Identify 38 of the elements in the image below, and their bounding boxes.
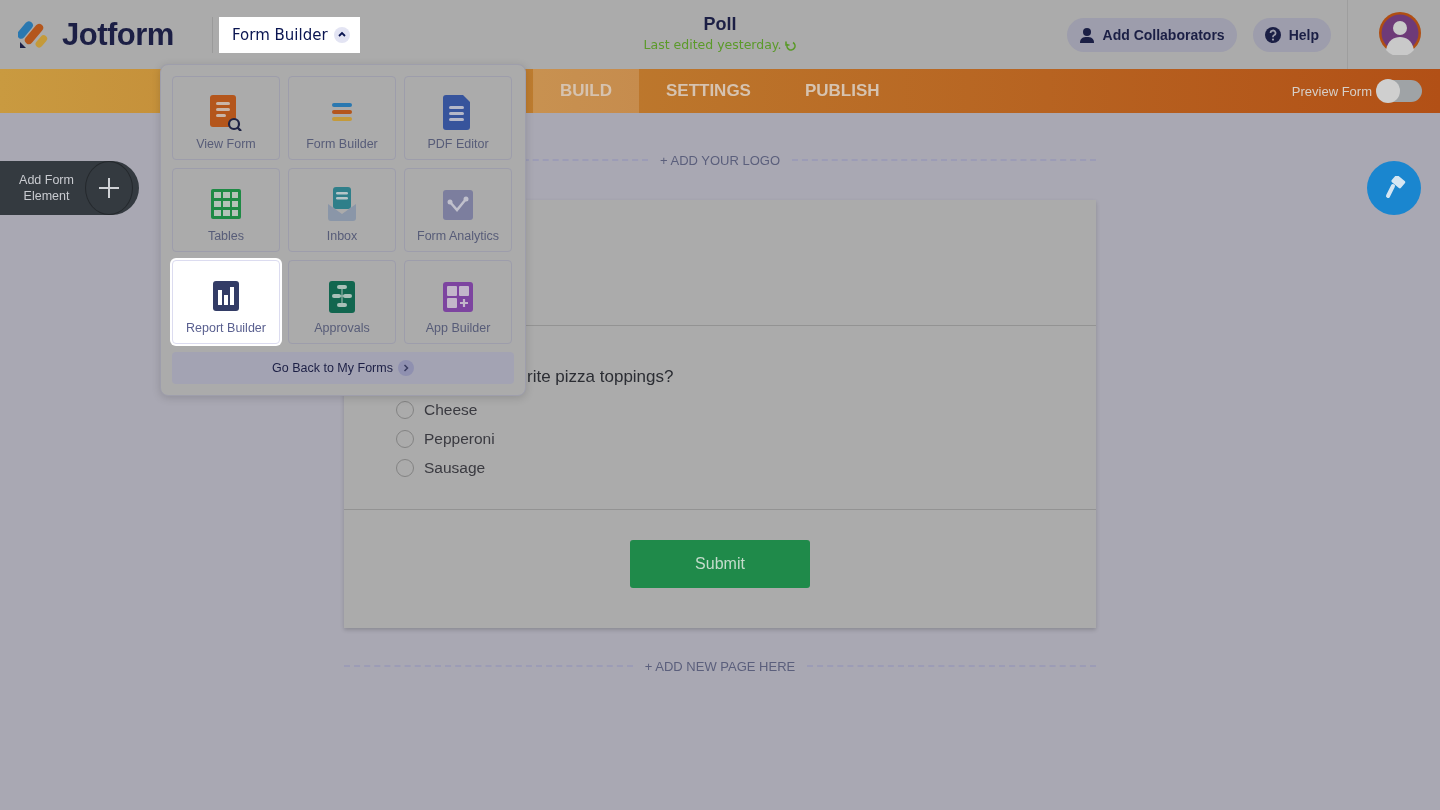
- logo-text: Jotform: [62, 16, 174, 53]
- nav-tab[interactable]: SETTINGS: [638, 69, 778, 113]
- app-tile[interactable]: App Builder: [404, 260, 512, 344]
- app-tile[interactable]: View Form: [172, 76, 280, 160]
- option-label: Pepperoni: [424, 430, 495, 448]
- grid-plus-icon: [440, 279, 476, 315]
- question-label: rite pizza toppings?: [527, 367, 675, 388]
- app-switcher-button[interactable]: Form Builder: [219, 16, 360, 53]
- person-icon: [1078, 26, 1095, 43]
- preview-label: Preview Form: [1291, 83, 1372, 99]
- nav-tab[interactable]: PUBLISH: [777, 69, 907, 113]
- app-tile[interactable]: Report Builder: [172, 260, 280, 344]
- nav-tab[interactable]: BUILD: [533, 69, 639, 113]
- app-tile[interactable]: PDF Editor: [404, 76, 512, 160]
- app-tile[interactable]: Form Analytics: [404, 168, 512, 252]
- form-designer-button[interactable]: [1367, 161, 1421, 215]
- help-button[interactable]: Help: [1252, 17, 1331, 52]
- add-logo-link[interactable]: + ADD YOUR LOGO: [660, 152, 781, 168]
- add-collaborators-button[interactable]: Add Collaborators: [1066, 17, 1237, 52]
- app-tile[interactable]: Tables: [172, 168, 280, 252]
- last-edited-text: Last edited yesterday.: [643, 37, 782, 52]
- app-tile[interactable]: Approvals: [288, 260, 396, 344]
- option-label: Sausage: [424, 459, 486, 477]
- back-link[interactable]: Go Back to My Forms: [272, 361, 393, 375]
- form-title: Poll: [703, 14, 737, 35]
- app-tile[interactable]: Inbox: [288, 168, 396, 252]
- submit-button[interactable]: Submit: [630, 540, 810, 588]
- help-icon: [1264, 26, 1281, 43]
- plus-icon: [99, 178, 119, 198]
- document-search-icon: [208, 95, 244, 131]
- chevron-icon: [397, 360, 414, 376]
- preview-toggle[interactable]: [1378, 80, 1422, 102]
- add-page-link[interactable]: + ADD NEW PAGE HERE: [644, 658, 796, 674]
- add-form-element-button[interactable]: Add Form Element: [0, 161, 139, 215]
- line-chart-icon: [440, 187, 476, 223]
- option-label: Cheese: [424, 401, 478, 419]
- app-tile[interactable]: Form Builder: [288, 76, 396, 160]
- avatar-icon: [1378, 10, 1422, 55]
